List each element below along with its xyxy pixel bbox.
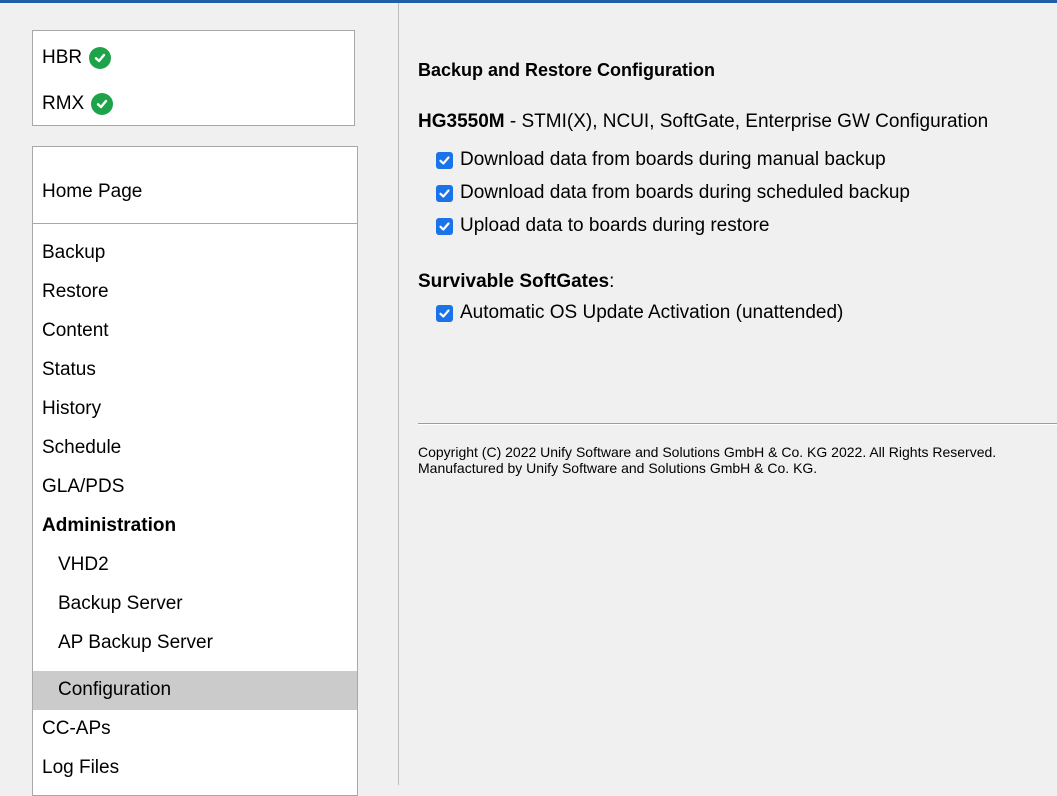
nav-item-label: Restore xyxy=(42,281,109,302)
section-title-text: Survivable SoftGates xyxy=(418,271,610,292)
manufacturer-line: Manufactured by Unify Software and Solut… xyxy=(418,460,818,476)
option-download-scheduled[interactable]: Download data from boards during schedul… xyxy=(436,181,910,205)
nav-item-ap-backup-server[interactable]: AP Backup Server xyxy=(33,624,357,663)
nav-item-history[interactable]: History xyxy=(33,390,357,429)
check-circle-icon xyxy=(89,47,112,69)
nav-item-label: Status xyxy=(42,359,96,380)
nav-item-log-files[interactable]: Log Files xyxy=(33,749,357,788)
nav-item-label: Backup Server xyxy=(58,593,183,614)
checkbox-checked-icon[interactable] xyxy=(436,217,453,235)
option-label: Download data from boards during manual … xyxy=(460,149,886,170)
nav-item-gla-pds[interactable]: GLA/PDS xyxy=(33,468,357,507)
nav-item-label: Backup xyxy=(42,242,106,263)
status-label: HBR xyxy=(42,47,83,68)
status-hbr: HBR xyxy=(42,44,112,72)
nav-item-content[interactable]: Content xyxy=(33,312,357,351)
section-title-colon: : xyxy=(609,271,615,292)
status-box: HBR RMX xyxy=(32,30,355,126)
model-name: HG3550M xyxy=(418,111,505,132)
divider xyxy=(418,423,1057,425)
survivable-softgates-title: Survivable SoftGates: xyxy=(418,271,614,293)
nav-item-label: AP Backup Server xyxy=(58,632,213,653)
nav-item-restore[interactable]: Restore xyxy=(33,273,357,312)
nav-item-configuration[interactable]: Configuration xyxy=(33,671,357,710)
nav-item-label: Home Page xyxy=(42,181,143,202)
nav-item-home-page[interactable]: Home Page xyxy=(33,147,357,224)
nav-item-backup[interactable]: Backup xyxy=(33,234,357,273)
nav-item-label: GLA/PDS xyxy=(42,476,125,497)
nav-item-label: History xyxy=(42,398,102,419)
option-label: Upload data to boards during restore xyxy=(460,215,770,236)
left-panel: HBR RMX Home Page Backup Restore Content… xyxy=(0,3,399,796)
option-upload-restore[interactable]: Upload data to boards during restore xyxy=(436,214,769,238)
status-rmx: RMX xyxy=(42,90,114,118)
nav-item-label: VHD2 xyxy=(58,554,109,575)
option-download-manual[interactable]: Download data from boards during manual … xyxy=(436,148,886,172)
model-description: - STMI(X), NCUI, SoftGate, Enterprise GW… xyxy=(504,111,989,132)
copyright: Copyright (C) 2022 Unify Software and So… xyxy=(418,444,996,476)
model-line: HG3550M - STMI(X), NCUI, SoftGate, Enter… xyxy=(418,111,988,133)
nav-item-status[interactable]: Status xyxy=(33,351,357,390)
nav-item-label: Log Files xyxy=(42,757,120,778)
status-label: RMX xyxy=(42,93,85,114)
nav-item-label: Schedule xyxy=(42,437,122,458)
checkbox-checked-icon[interactable] xyxy=(436,304,453,322)
nav-item-label: Administration xyxy=(42,515,177,536)
option-auto-os-update[interactable]: Automatic OS Update Activation (unattend… xyxy=(436,301,843,325)
main-content: Backup and Restore Configuration HG3550M… xyxy=(399,3,1057,785)
nav-item-label: Content xyxy=(42,320,109,341)
nav-item-administration[interactable]: Administration xyxy=(33,507,357,546)
page-title: Backup and Restore Configuration xyxy=(418,60,716,80)
option-label: Automatic OS Update Activation (unattend… xyxy=(460,302,844,323)
nav-item-backup-server[interactable]: Backup Server xyxy=(33,585,357,624)
nav-item-schedule[interactable]: Schedule xyxy=(33,429,357,468)
check-circle-icon xyxy=(91,93,114,115)
nav-item-vhd2[interactable]: VHD2 xyxy=(33,546,357,585)
nav-item-label: CC-APs xyxy=(42,718,111,739)
checkbox-checked-icon[interactable] xyxy=(436,151,453,169)
checkbox-checked-icon[interactable] xyxy=(436,184,453,202)
nav-item-label: Configuration xyxy=(58,679,172,700)
nav-item-cc-aps[interactable]: CC-APs xyxy=(33,710,357,749)
option-label: Download data from boards during schedul… xyxy=(460,182,910,203)
copyright-line: Copyright (C) 2022 Unify Software and So… xyxy=(418,444,997,460)
nav-menu: Home Page Backup Restore Content Status … xyxy=(32,146,358,796)
